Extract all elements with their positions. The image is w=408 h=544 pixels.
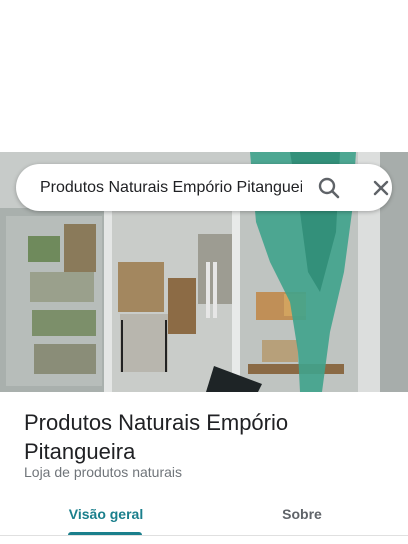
search-button[interactable]	[316, 175, 342, 201]
tab-about[interactable]: Sobre	[254, 504, 350, 536]
search-input[interactable]: Produtos Naturais Empório Pitangueira	[40, 164, 302, 211]
tab-divider	[0, 535, 408, 536]
close-button[interactable]	[368, 175, 394, 201]
map-blank-area	[0, 0, 408, 152]
place-title: Produtos Naturais Empório Pitangueira	[24, 410, 289, 464]
place-category: Loja de produtos naturais	[24, 464, 182, 480]
search-icon	[318, 177, 340, 199]
search-bar[interactable]: Produtos Naturais Empório Pitangueira	[16, 164, 392, 211]
close-icon	[373, 180, 389, 196]
